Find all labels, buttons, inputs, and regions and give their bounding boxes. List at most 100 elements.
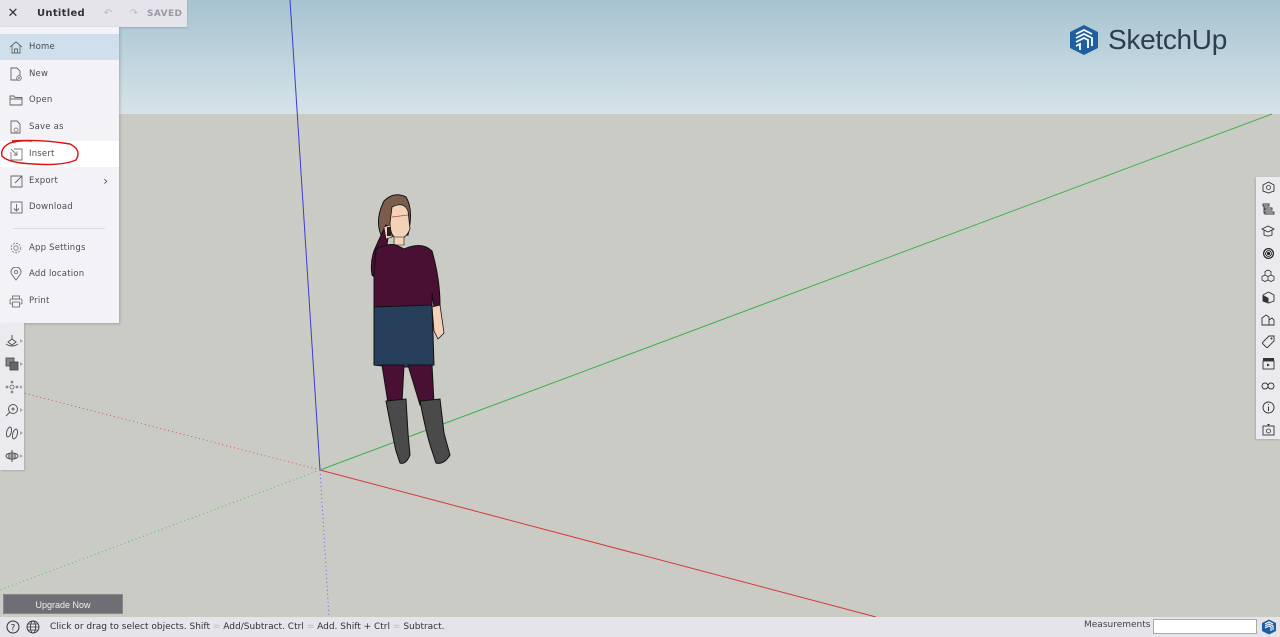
solid-tools-icon xyxy=(5,357,19,371)
3d-viewport[interactable]: SketchUp xyxy=(0,0,1280,617)
svg-text:?: ? xyxy=(11,624,16,634)
scenes-icon xyxy=(1262,357,1274,369)
model-info-panel-button[interactable] xyxy=(1259,398,1277,416)
folder-icon xyxy=(4,92,28,108)
upgrade-now-button[interactable]: Upgrade Now xyxy=(3,594,123,614)
materials-icon xyxy=(1262,247,1274,259)
menu-item-add-location[interactable]: Add location xyxy=(0,261,119,287)
green-axis-positive xyxy=(319,113,1273,471)
menu-item-app-settings[interactable]: App Settings xyxy=(0,235,119,261)
new-file-icon xyxy=(4,66,28,82)
close-menu-button[interactable]: ✕ xyxy=(0,6,26,21)
menu-item-label: Insert xyxy=(29,149,55,159)
status-hint: Click or drag to select objects. Shift =… xyxy=(50,622,445,632)
location-pin-icon xyxy=(4,266,28,282)
menu-item-label: App Settings xyxy=(29,243,86,253)
right-panel-toolbar xyxy=(1256,177,1280,439)
components-panel-button[interactable] xyxy=(1259,266,1277,284)
walk-tool[interactable] xyxy=(2,423,23,443)
tape-measure-icon xyxy=(5,404,18,417)
hint-part: Subtract. xyxy=(403,622,445,632)
measurements-input[interactable] xyxy=(1153,619,1257,634)
chevron-right-icon: › xyxy=(103,174,108,188)
menu-item-label: New xyxy=(29,69,49,79)
display-icon xyxy=(1261,382,1275,389)
paint-bucket-icon xyxy=(5,335,19,347)
orbit-icon xyxy=(5,450,19,462)
entity-info-icon xyxy=(1262,180,1274,193)
styles-panel-button[interactable] xyxy=(1259,288,1277,306)
menu-item-open[interactable]: Open xyxy=(0,87,119,113)
home-icon xyxy=(4,39,28,55)
solar-north-panel-button[interactable] xyxy=(1259,420,1277,438)
help-icon[interactable]: ? xyxy=(3,617,23,637)
measurements-label: Measurements xyxy=(1084,620,1151,630)
menu-item-label: Save as xyxy=(29,122,64,132)
gear-icon xyxy=(4,240,28,256)
download-icon xyxy=(4,199,28,215)
document-title: Untitled xyxy=(37,8,85,19)
model-axes xyxy=(0,0,1273,617)
sketchup-logo: SketchUp xyxy=(1068,24,1227,56)
save-status: SAVED xyxy=(147,8,183,19)
menu-item-label: Add location xyxy=(29,269,85,279)
hint-part: Add/Subtract. Ctrl xyxy=(223,622,304,632)
menu-item-label: Home xyxy=(29,42,55,52)
hint-part: Click or drag to select objects. Shift xyxy=(50,622,210,632)
orbit-tool[interactable] xyxy=(2,446,23,466)
menu-divider xyxy=(13,228,105,229)
display-panel-button[interactable] xyxy=(1259,376,1277,394)
export-icon xyxy=(4,173,28,189)
undo-icon[interactable]: ↶ xyxy=(95,8,121,19)
move-icon xyxy=(5,380,19,394)
menu-item-label: Download xyxy=(29,202,73,212)
red-axis-positive xyxy=(319,469,877,617)
blue-axis-negative xyxy=(319,469,330,617)
instructor-panel-button[interactable] xyxy=(1259,222,1277,240)
scenes-3d-panel-button[interactable] xyxy=(1259,310,1277,328)
styles-icon xyxy=(1262,290,1274,303)
green-axis-negative xyxy=(0,469,321,591)
menu-item-save-as[interactable]: Save as xyxy=(0,114,119,140)
menu-item-home[interactable]: Home xyxy=(0,34,119,60)
printer-icon xyxy=(4,293,28,309)
scenes-3d-icon xyxy=(1261,313,1275,325)
hint-part: Add. Shift + Ctrl xyxy=(317,622,391,632)
menu-item-label: Print xyxy=(29,296,50,306)
blue-axis-positive xyxy=(289,0,321,471)
scenes-panel-button[interactable] xyxy=(1259,354,1277,372)
walk-icon xyxy=(5,426,19,440)
tags-panel-button[interactable] xyxy=(1259,332,1277,350)
solar-north-icon xyxy=(1262,423,1274,435)
left-toolbar xyxy=(0,323,24,470)
move-tool[interactable] xyxy=(2,377,23,397)
menu-item-print[interactable]: Print xyxy=(0,288,119,314)
paint-bucket-tool[interactable] xyxy=(2,331,23,351)
materials-panel-button[interactable] xyxy=(1259,244,1277,262)
tape-measure-tool[interactable] xyxy=(2,400,23,420)
brand-name: SketchUp xyxy=(1108,24,1227,55)
menu-item-label: Export xyxy=(29,176,59,186)
entity-info-panel-button[interactable] xyxy=(1259,178,1277,196)
menu-item-export[interactable]: Export › xyxy=(0,168,119,194)
sketchup-icon xyxy=(1262,619,1276,635)
outliner-panel-button[interactable] xyxy=(1259,200,1277,218)
person-figure[interactable] xyxy=(362,193,457,468)
menu-item-insert[interactable]: Insert xyxy=(0,141,119,167)
menu-item-label: Open xyxy=(29,95,53,105)
menu-item-new[interactable]: New xyxy=(0,61,119,87)
hint-separator: = xyxy=(306,622,315,632)
save-as-icon xyxy=(4,119,28,135)
hint-separator: = xyxy=(212,622,221,632)
red-axis-negative xyxy=(19,391,321,471)
menu-item-download[interactable]: Download xyxy=(0,194,119,220)
model-info-icon xyxy=(1262,401,1274,413)
outliner-icon xyxy=(1262,203,1274,214)
globe-icon[interactable] xyxy=(23,617,43,637)
solid-tools-tool[interactable] xyxy=(2,354,23,374)
tags-icon xyxy=(1261,335,1274,348)
insert-icon xyxy=(4,146,28,162)
redo-icon[interactable]: ↷ xyxy=(121,8,147,19)
hint-separator: = xyxy=(392,622,401,632)
instructor-icon xyxy=(1261,224,1275,236)
